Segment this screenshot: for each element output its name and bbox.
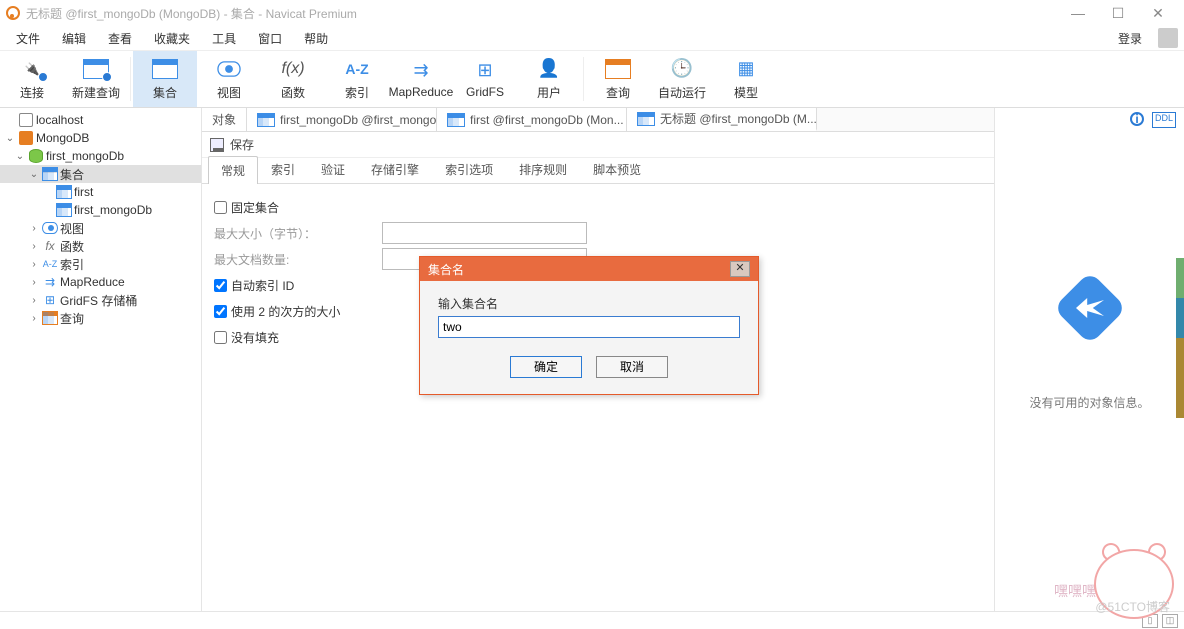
max-size-input[interactable] [382,222,587,244]
max-size-label: 最大大小（字节）： [214,225,374,242]
toolbar-view[interactable]: 视图 [197,51,261,107]
collection-name-dialog: 集合名 ✕ 输入集合名 确定 取消 [419,256,759,395]
main-toolbar: 🔌连接 新建查询 集合 视图 f(x)函数 A-Z索引 ⇉MapReduce ⊞… [0,50,1184,108]
tree-folder-indexes[interactable]: ›A-Z索引 [0,255,201,273]
designer-tabs: 常规 索引 验证 存储引擎 索引选项 排序规则 脚本预览 [202,158,994,184]
menu-favorites[interactable]: 收藏夹 [144,27,200,50]
tree-folder-views[interactable]: ›视图 [0,219,201,237]
window-title: 无标题 @first_mongoDb (MongoDB) - 集合 - Navi… [26,5,357,22]
power2-checkbox[interactable]: 使用 2 的次方的大小 [214,303,340,320]
no-padding-checkbox[interactable]: 没有填充 [214,329,279,346]
maximize-button[interactable]: ☐ [1098,5,1138,22]
tab-untitled[interactable]: 无标题 @first_mongoDb (M... [627,108,817,131]
subtab-collation[interactable]: 排序规则 [506,155,580,183]
save-icon [210,138,224,152]
menu-window[interactable]: 窗口 [248,27,292,50]
collection-name-input[interactable] [438,316,740,338]
toolbar-query[interactable]: 查询 [586,51,650,107]
tree-db-first_mongodb[interactable]: ⌄first_mongoDb [0,147,201,165]
minimize-button[interactable]: — [1058,5,1098,21]
subtab-general[interactable]: 常规 [208,156,258,184]
tab-objects[interactable]: 对象 [202,108,247,131]
no-object-info-text: 没有可用的对象信息。 [1029,394,1149,411]
ddl-button[interactable]: DDL [1152,112,1176,128]
tree-folder-collections[interactable]: ⌄集合 [0,165,201,183]
menu-tools[interactable]: 工具 [202,27,246,50]
auto-index-checkbox[interactable]: 自动索引 ID [214,277,294,294]
tab-designer-2[interactable]: first @first_mongoDb (Mon... [437,108,627,131]
avatar-icon[interactable] [1158,28,1178,48]
ok-button[interactable]: 确定 [510,356,582,378]
subtab-storage[interactable]: 存储引擎 [358,155,432,183]
cancel-button[interactable]: 取消 [596,356,668,378]
login-link[interactable]: 登录 [1108,27,1152,50]
dialog-titlebar[interactable]: 集合名 ✕ [420,257,758,281]
tree-collection-first[interactable]: first [0,183,201,201]
toolbar-gridfs[interactable]: ⊞GridFS [453,51,517,107]
max-docs-label: 最大文档数量: [214,251,374,268]
menu-help[interactable]: 帮助 [294,27,338,50]
toolbar-autorun[interactable]: 🕒自动运行 [650,51,714,107]
subtab-index[interactable]: 索引 [258,155,308,183]
window-titlebar: 无标题 @first_mongoDb (MongoDB) - 集合 - Navi… [0,0,1184,26]
tree-folder-queries[interactable]: ›查询 [0,309,201,327]
subtab-script[interactable]: 脚本预览 [580,155,654,183]
minimap-icon [1176,258,1184,418]
info-icon[interactable]: i [1130,112,1144,126]
toolbar-mapreduce[interactable]: ⇉MapReduce [389,51,453,107]
toolbar-collection[interactable]: 集合 [133,51,197,107]
toolbar-new-query[interactable]: 新建查询 [64,51,128,107]
navicat-logo-icon [1053,271,1127,345]
dialog-close-icon[interactable]: ✕ [730,261,750,277]
toolbar-model[interactable]: ▦模型 [714,51,778,107]
tree-localhost[interactable]: localhost [0,111,201,129]
tab-designer-1[interactable]: first_mongoDb @first_mongo... [247,108,437,131]
tree-folder-mapreduce[interactable]: ›⇉MapReduce [0,273,201,291]
toolbar-index[interactable]: A-Z索引 [325,51,389,107]
subtab-index-opts[interactable]: 索引选项 [432,155,506,183]
app-icon [6,6,20,20]
dialog-title: 集合名 [428,261,464,278]
menu-view[interactable]: 查看 [98,27,142,50]
close-button[interactable]: ✕ [1138,5,1178,22]
tree-collection-first_mongodb[interactable]: first_mongoDb [0,201,201,219]
tree-mongodb-conn[interactable]: ⌄MongoDB [0,129,201,147]
tree-folder-gridfs[interactable]: ›⊞GridFS 存储桶 [0,291,201,309]
toolbar-connection[interactable]: 🔌连接 [0,51,64,107]
save-button[interactable]: 保存 [230,136,254,153]
fixed-collection-checkbox[interactable]: 固定集合 [214,199,279,216]
menu-edit[interactable]: 编辑 [52,27,96,50]
toolbar-user[interactable]: 👤用户 [517,51,581,107]
dialog-input-label: 输入集合名 [438,295,740,312]
connection-tree[interactable]: localhost ⌄MongoDB ⌄first_mongoDb ⌄集合 fi… [0,108,202,611]
tree-folder-functions[interactable]: ›fx函数 [0,237,201,255]
menu-file[interactable]: 文件 [6,27,50,50]
watermark-text: @51CTO博客 [1095,598,1170,615]
subtab-validation[interactable]: 验证 [308,155,358,183]
document-tabs: 对象 first_mongoDb @first_mongo... first @… [202,108,994,132]
toolbar-function[interactable]: f(x)函数 [261,51,325,107]
status-bar: ▯ ◫ [0,611,1184,629]
menu-bar: 文件 编辑 查看 收藏夹 工具 窗口 帮助 登录 [0,26,1184,50]
